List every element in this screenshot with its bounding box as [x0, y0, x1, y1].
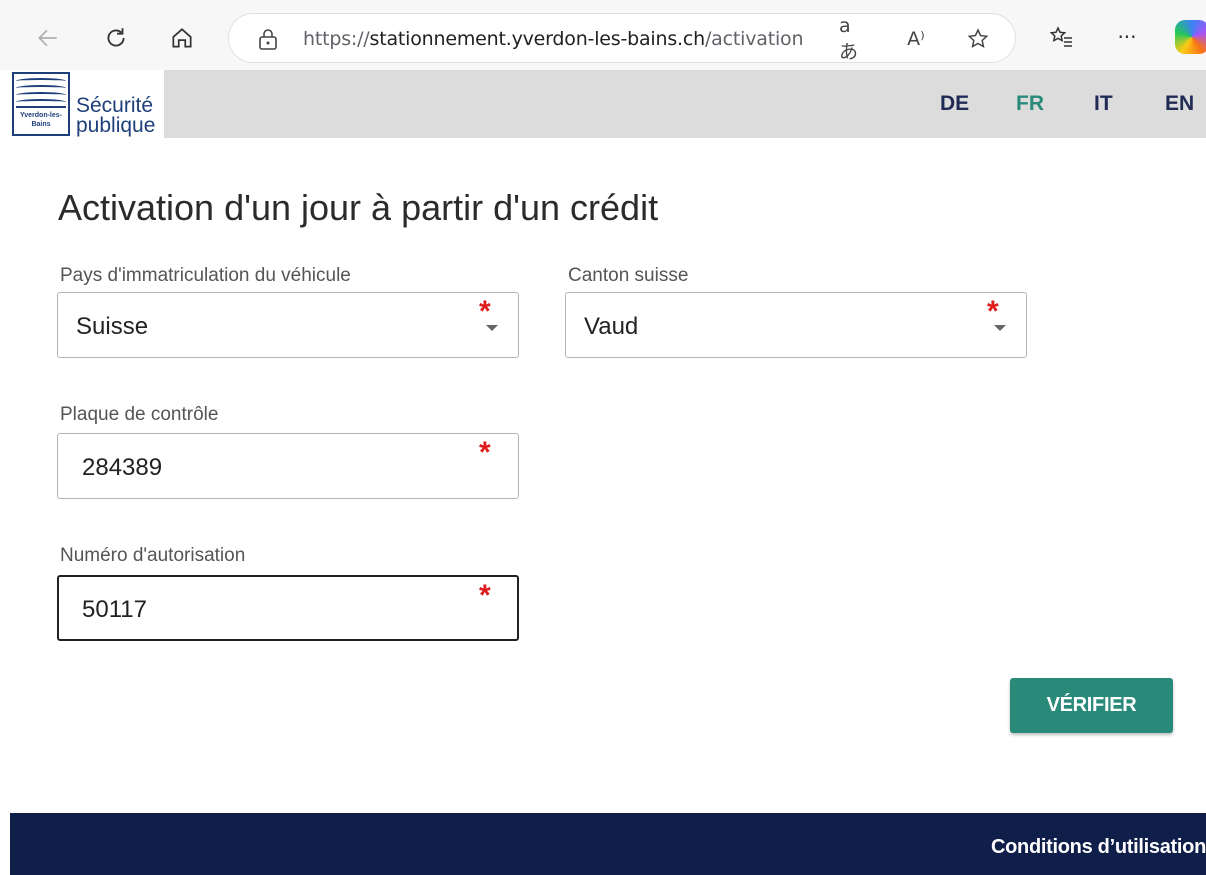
more-options-icon[interactable]: ···	[1110, 20, 1144, 54]
country-value: Suisse	[76, 313, 149, 340]
refresh-button[interactable]	[100, 22, 132, 54]
terms-link[interactable]: Conditions d’utilisation	[991, 836, 1206, 859]
home-icon	[172, 28, 192, 48]
verify-button[interactable]: VÉRIFIER	[1010, 678, 1173, 733]
back-button[interactable]	[32, 22, 64, 54]
browser-toolbar: https://stationnement.yverdon-les-bains.…	[0, 0, 1206, 70]
canton-value: Vaud	[584, 313, 639, 340]
favorites-list-icon[interactable]	[1044, 20, 1078, 54]
canton-label: Canton suisse	[568, 265, 689, 286]
read-aloud-icon[interactable]: A⁾	[903, 26, 929, 52]
country-select[interactable]: Suisse *	[57, 292, 519, 358]
chevron-down-icon	[486, 325, 498, 331]
required-marker: *	[479, 579, 491, 612]
required-marker: *	[987, 295, 999, 328]
refresh-icon	[107, 28, 125, 47]
translate-icon[interactable]: aあ	[839, 15, 865, 63]
country-label: Pays d'immatriculation du véhicule	[60, 265, 351, 286]
site-logo[interactable]: Yverdon-les-Bains Sécurité publique	[10, 70, 164, 138]
copilot-icon[interactable]	[1175, 20, 1206, 54]
lock-icon[interactable]	[257, 27, 279, 51]
authorization-input[interactable]: 50117 *	[57, 575, 519, 641]
lang-it[interactable]: IT	[1094, 92, 1113, 116]
canton-select[interactable]: Vaud *	[565, 292, 1027, 358]
yverdon-emblem-icon: Yverdon-les-Bains	[12, 72, 70, 136]
authorization-label: Numéro d'autorisation	[60, 545, 246, 566]
lang-fr[interactable]: FR	[1016, 92, 1044, 116]
lang-de[interactable]: DE	[940, 92, 969, 116]
home-button[interactable]	[166, 22, 198, 54]
favorite-star-icon[interactable]	[965, 26, 991, 52]
plate-input[interactable]: 284389 *	[57, 433, 519, 499]
page-title: Activation d'un jour à partir d'un crédi…	[58, 187, 659, 228]
plate-value: 284389	[82, 454, 163, 481]
logo-caption: Yverdon-les-Bains	[16, 106, 66, 132]
logo-text: Sécurité publique	[76, 94, 156, 137]
plate-label: Plaque de contrôle	[60, 404, 219, 425]
chevron-down-icon	[994, 325, 1006, 331]
back-arrow-icon	[38, 29, 57, 47]
required-marker: *	[479, 436, 491, 469]
address-bar[interactable]: https://stationnement.yverdon-les-bains.…	[228, 13, 1016, 63]
site-header: Yverdon-les-Bains Sécurité publique DE F…	[10, 70, 1206, 138]
required-marker: *	[479, 295, 491, 328]
site-footer: Conditions d’utilisation	[10, 813, 1206, 875]
url-text[interactable]: https://stationnement.yverdon-les-bains.…	[303, 28, 803, 50]
lang-en[interactable]: EN	[1165, 92, 1194, 116]
authorization-value: 50117	[82, 596, 147, 623]
